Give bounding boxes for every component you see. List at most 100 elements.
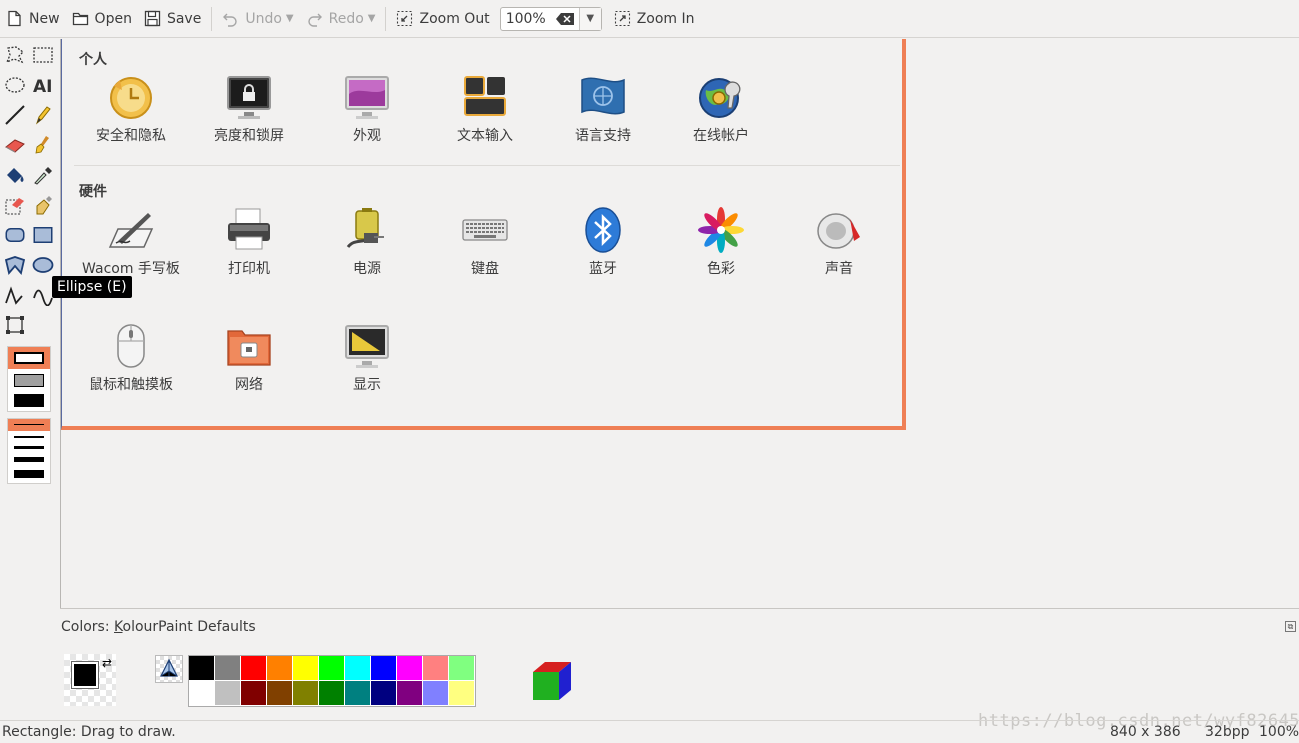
elliptical-selection-tool[interactable] — [3, 73, 27, 97]
main-toolbar: New Open Save Undo ▼ Redo ▼ Zoom Out ▼ Z… — [0, 0, 1299, 38]
brush-icon — [35, 136, 49, 154]
line-width-8[interactable] — [14, 470, 44, 478]
palette-color-cell[interactable] — [215, 681, 241, 706]
palette-color-cell[interactable] — [449, 656, 475, 681]
palette-color-cell[interactable] — [319, 656, 345, 681]
toolbar-separator — [385, 6, 387, 31]
palette-color-cell[interactable] — [293, 681, 319, 706]
setting-sound: 声音 — [780, 205, 898, 278]
status-message: Rectangle: Drag to draw. — [2, 724, 176, 740]
palette-color-cell[interactable] — [267, 681, 293, 706]
palette-color-cell[interactable] — [345, 656, 371, 681]
line-tool[interactable] — [3, 103, 27, 127]
open-button[interactable]: Open — [66, 4, 138, 34]
palette-color-cell[interactable] — [449, 681, 475, 706]
appearance-icon — [345, 76, 389, 119]
rounded-rect-icon — [5, 228, 25, 242]
text-tool[interactable]: AI — [31, 73, 55, 97]
undock-icon[interactable]: ⧉ — [1285, 621, 1296, 632]
line-width-3[interactable] — [14, 446, 44, 449]
pen-tool[interactable] — [31, 103, 55, 127]
ellipse-tool[interactable] — [31, 253, 55, 277]
rounded-rectangle-tool[interactable] — [3, 223, 27, 247]
save-disk-icon — [144, 10, 161, 27]
palette-color-cell[interactable] — [241, 681, 267, 706]
save-button[interactable]: Save — [138, 4, 207, 34]
palette-color-cell[interactable] — [241, 656, 267, 681]
brush-tool[interactable] — [31, 133, 55, 157]
free-form-selection-tool[interactable] — [3, 43, 27, 67]
polygon-tool[interactable] — [3, 253, 27, 277]
redo-button[interactable]: Redo — [300, 4, 370, 34]
panel-splitter[interactable] — [60, 608, 1299, 609]
undo-button[interactable]: Undo — [216, 4, 288, 34]
color-picker-tool[interactable] — [31, 163, 55, 187]
resize-tool[interactable] — [3, 313, 27, 337]
redo-dropdown-arrow[interactable]: ▼ — [368, 13, 376, 24]
palette-color-cell[interactable] — [423, 656, 449, 681]
status-color-depth: 32bpp — [1205, 724, 1250, 740]
new-button[interactable]: New — [0, 4, 66, 34]
svg-text:AI: AI — [33, 77, 52, 96]
toolbar-separator — [211, 6, 213, 31]
polyline-icon — [5, 286, 23, 305]
zoom-in-label: Zoom In — [636, 10, 695, 27]
palette-color-cell[interactable] — [397, 681, 423, 706]
palette-color-cell[interactable] — [293, 656, 319, 681]
eraser-tool[interactable] — [3, 133, 27, 157]
palette-color-cell[interactable] — [371, 681, 397, 706]
ellipse-icon — [32, 257, 54, 273]
palette-color-cell[interactable] — [423, 681, 449, 706]
tool-tooltip: Ellipse (E) — [52, 276, 132, 298]
image-canvas[interactable]: 个人 安全和隐私 亮度和锁屏 外观 文本输入 语言支持 在线帐户 硬件 Waco… — [61, 39, 906, 430]
open-folder-icon — [72, 12, 88, 26]
colors-label-rest: olourPaint Defaults — [122, 619, 256, 635]
zoom-out-button[interactable]: Zoom Out — [390, 4, 495, 34]
setting-security-privacy: 安全和隐私 — [72, 72, 190, 145]
palette-color-cell[interactable] — [215, 656, 241, 681]
colors-label-prefix: Colors: — [61, 619, 115, 635]
clear-zoom-button[interactable] — [551, 12, 579, 25]
palette-color-cell[interactable] — [189, 656, 215, 681]
color-similarity-cube-icon[interactable] — [531, 660, 573, 706]
zoom-dropdown-arrow[interactable]: ▼ — [578, 7, 601, 30]
line-width-2[interactable] — [14, 436, 44, 438]
canvas-view[interactable]: 个人 安全和隐私 亮度和锁屏 外观 文本输入 语言支持 在线帐户 硬件 Waco… — [60, 39, 1299, 609]
fill-option-outline-fill[interactable] — [14, 374, 44, 387]
color-palette — [188, 655, 476, 707]
palette-color-cell[interactable] — [319, 681, 345, 706]
undo-dropdown-arrow[interactable]: ▼ — [286, 13, 294, 24]
palette-color-cell[interactable] — [345, 681, 371, 706]
foreground-color-swatch[interactable] — [71, 661, 99, 689]
brightness-lock-icon — [227, 76, 271, 119]
rectangular-selection-tool[interactable] — [31, 43, 55, 67]
line-width-5[interactable] — [14, 457, 44, 462]
zoom-out-icon — [397, 10, 413, 27]
color-eraser-tool[interactable] — [3, 193, 27, 217]
foreground-background-selector[interactable]: ⇄ — [64, 654, 116, 706]
fill-option-solid[interactable] — [14, 394, 44, 407]
rectangle-tool[interactable] — [31, 223, 55, 247]
tool-box: AI — [0, 39, 60, 609]
fill-option-outline-selected[interactable] — [8, 347, 50, 369]
zoom-in-button[interactable]: Zoom In — [608, 4, 701, 34]
zoom-out-label: Zoom Out — [419, 10, 490, 27]
setting-display: 显示 — [308, 321, 426, 394]
palette-color-cell[interactable] — [189, 681, 215, 706]
palette-color-cell[interactable] — [267, 656, 293, 681]
transparent-color-cell[interactable] — [155, 655, 183, 683]
flood-fill-tool[interactable] — [3, 163, 27, 187]
zoom-combobox[interactable]: ▼ — [499, 6, 602, 31]
setting-label: 打印机 — [228, 261, 270, 277]
spraycan-tool[interactable] — [31, 193, 55, 217]
setting-label: 蓝牙 — [589, 261, 617, 277]
connected-lines-tool[interactable] — [3, 283, 27, 307]
swap-colors-icon[interactable]: ⇄ — [98, 654, 116, 672]
new-file-icon — [8, 10, 21, 27]
rectangle-icon — [33, 227, 53, 243]
line-width-1-selected[interactable] — [8, 419, 50, 431]
palette-color-cell[interactable] — [371, 656, 397, 681]
zoom-input[interactable] — [500, 7, 551, 30]
palette-color-cell[interactable] — [397, 656, 423, 681]
sound-icon — [817, 213, 860, 249]
